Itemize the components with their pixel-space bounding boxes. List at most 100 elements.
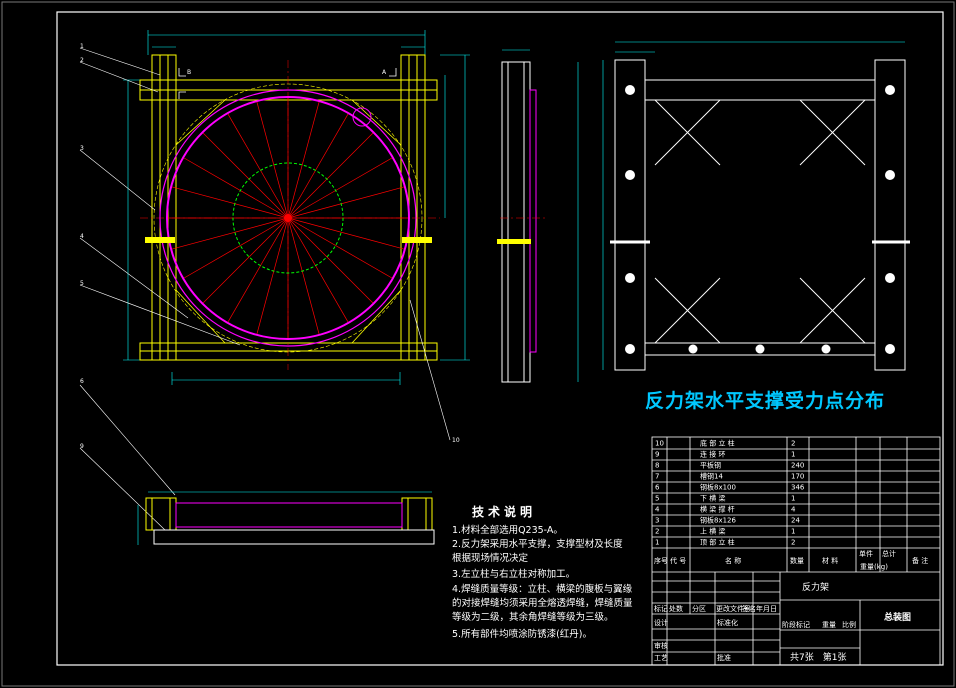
bom-header-no: 序号	[654, 556, 668, 565]
note-line: 5.所有部件均喷涂防锈漆(红丹)。	[452, 628, 592, 640]
bom-header-weight: 重量(kg)	[860, 563, 888, 571]
spoke	[227, 217, 289, 323]
spoke	[183, 157, 289, 219]
note-line: 根据现场情况决定	[452, 552, 529, 564]
force-distribution-title: 反力架水平支撑受力点分布	[645, 389, 885, 412]
part-tag: 4	[80, 233, 84, 240]
part-tag: 6	[80, 378, 84, 385]
spoke	[287, 113, 349, 219]
part-tag: 10	[452, 437, 460, 444]
bom-cell-qty: 1	[791, 528, 795, 536]
spoke	[183, 217, 289, 279]
tb-role: 标准化	[717, 618, 738, 627]
side-view	[497, 49, 579, 383]
force-point-view	[602, 41, 910, 371]
cad-drawing-sheet: B A 1 2 3 4 5 10 6 9 反力架水平支撑受力点分布 技术说明 1…	[1, 1, 955, 687]
bom-cell-qty: 2	[791, 440, 795, 448]
spoke	[287, 157, 393, 219]
spoke	[287, 186, 405, 219]
front-view: B A	[123, 30, 470, 385]
part-name: 反力架	[802, 581, 829, 593]
tb-row-label: 分区	[692, 604, 706, 613]
part-tag: 9	[80, 443, 84, 450]
bom-cell-name: 下 横 梁	[700, 494, 725, 503]
tb-role: 批准	[717, 653, 731, 662]
bom-cell-qty: 1	[791, 451, 795, 459]
part-tag: 3	[80, 145, 84, 152]
note-line: 的对接焊缝均须采用全熔透焊缝，焊缝质量	[452, 597, 633, 609]
bom-cell-no: 2	[655, 528, 659, 536]
spoke	[287, 101, 320, 219]
bom-cell-no: 9	[655, 451, 659, 459]
bom-header-material: 材 料	[822, 556, 838, 565]
spoke	[287, 132, 374, 219]
bom-cell-qty: 240	[791, 462, 804, 470]
tb-stage: 比例	[842, 620, 856, 629]
spoke	[256, 101, 289, 219]
tb-row-label: 年月日	[756, 604, 777, 613]
tb-row-label: 标记	[654, 604, 668, 613]
bom-cell-qty: 24	[791, 517, 800, 525]
svg-text:B: B	[187, 69, 191, 76]
bom-header-name: 名 称	[725, 556, 741, 565]
bom-cell-no: 8	[655, 462, 659, 470]
bom-header-unit: 单件	[859, 549, 873, 558]
bom-cell-qty: 1	[791, 495, 795, 503]
bom-table: 10 底 部 立 柱 2 9 连 接 环 1 8 平板钢 240 7 槽钢14 170 6 钢板8x100…	[655, 439, 805, 547]
note-line: 2.反力架采用水平支撑，支撑型材及长度	[452, 538, 623, 550]
spoke	[256, 217, 289, 335]
bom-cell-qty: 2	[791, 539, 795, 547]
sheet-count: 共7张 第1张	[790, 651, 846, 663]
bom-header-total: 总计	[882, 549, 896, 558]
tb-row-label: 签名	[742, 604, 756, 613]
tb-stage: 阶段标记	[782, 620, 810, 629]
bom-cell-name: 连 接 环	[700, 450, 725, 459]
part-tag: 5	[80, 280, 84, 287]
spoke	[171, 217, 289, 250]
bom-cell-name: 钢板8x100	[700, 483, 736, 492]
tb-role: 审核	[654, 641, 668, 650]
tb-row-label: 处数	[669, 604, 683, 613]
bom-cell-qty: 4	[791, 506, 796, 514]
bom-cell-name: 钢板8x126	[700, 516, 737, 525]
bom-header-code: 代 号	[670, 556, 686, 565]
part-tag: 1	[80, 43, 84, 50]
bom-header-remark: 备 注	[912, 556, 928, 565]
drawing-title: 总装图	[884, 611, 911, 623]
tb-role: 工艺	[654, 654, 668, 662]
bom-cell-name: 顶 部 立 柱	[700, 538, 735, 547]
spoke	[287, 217, 320, 335]
note-line: 4.焊缝质量等级：立柱、横梁的腹板与翼缘	[452, 583, 633, 595]
bom-cell-name: 平板钢	[700, 461, 721, 470]
note-line: 3.左立柱与右立柱对称加工。	[452, 568, 575, 580]
spoke	[202, 217, 289, 304]
part-tag: 2	[80, 57, 84, 64]
svg-text:A: A	[382, 69, 387, 76]
bom-cell-no: 3	[655, 517, 659, 525]
bom-cell-name: 横 梁 撑 杆	[700, 505, 735, 514]
bom-header-qty: 数量	[790, 556, 804, 565]
bom-cell-no: 4	[655, 506, 660, 514]
bom-cell-no: 1	[655, 539, 659, 547]
bom-cell-no: 10	[655, 440, 664, 448]
bom-cell-no: 7	[655, 473, 659, 481]
title-block	[651, 436, 941, 666]
bom-cell-name: 底 部 立 柱	[700, 439, 735, 448]
note-line: 1.材料全部选用Q235-A。	[452, 524, 563, 536]
spoke	[171, 186, 289, 219]
spoke	[227, 113, 289, 219]
spoke	[287, 217, 405, 250]
bom-cell-name: 上 横 梁	[700, 527, 725, 536]
bom-cell-no: 6	[655, 484, 660, 492]
note-line: 等级为二级，其余角焊缝等级为三级。	[452, 611, 614, 623]
bom-cell-qty: 346	[791, 484, 805, 492]
bom-cell-qty: 170	[791, 473, 804, 481]
technical-notes: 技术说明 1.材料全部选用Q235-A。 2.反力架采用水平支撑，支撑型材及长度…	[452, 504, 633, 640]
notes-title: 技术说明	[472, 504, 536, 519]
tb-stage: 重量	[822, 621, 836, 629]
spoke	[287, 217, 349, 323]
bom-cell-name: 槽钢14	[700, 472, 723, 481]
spoke	[202, 132, 289, 219]
spoke	[287, 217, 393, 279]
spoke	[287, 217, 374, 304]
